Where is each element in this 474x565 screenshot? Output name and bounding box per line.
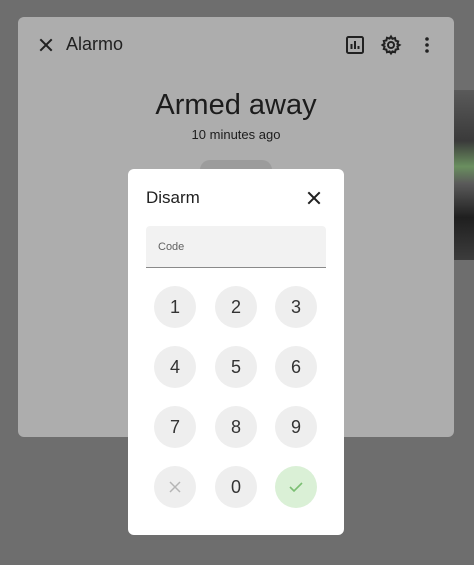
close-icon[interactable] xyxy=(34,33,58,57)
key-8[interactable]: 8 xyxy=(215,406,257,448)
alarm-state: Armed away xyxy=(155,89,317,121)
key-7[interactable]: 7 xyxy=(154,406,196,448)
code-input[interactable] xyxy=(146,226,326,267)
key-3[interactable]: 3 xyxy=(275,286,317,328)
dialog-title: Alarmo xyxy=(66,34,124,54)
more-vert-icon[interactable] xyxy=(415,33,439,57)
gear-icon[interactable] xyxy=(379,33,403,57)
submit-button[interactable] xyxy=(275,466,317,508)
key-5[interactable]: 5 xyxy=(215,346,257,388)
clear-icon xyxy=(168,480,182,494)
clear-button[interactable] xyxy=(154,466,196,508)
key-4[interactable]: 4 xyxy=(154,346,196,388)
dialog-header: Alarmo xyxy=(18,17,454,73)
last-changed: 10 minutes ago xyxy=(191,127,281,142)
disarm-title: Disarm xyxy=(146,188,200,207)
code-field[interactable] xyxy=(146,226,326,268)
disarm-dialog: Disarm 1 2 3 4 5 6 7 8 9 0 xyxy=(128,169,344,535)
key-9[interactable]: 9 xyxy=(275,406,317,448)
key-2[interactable]: 2 xyxy=(215,286,257,328)
key-0[interactable]: 0 xyxy=(215,466,257,508)
key-1[interactable]: 1 xyxy=(154,286,196,328)
check-icon xyxy=(288,480,304,494)
key-6[interactable]: 6 xyxy=(275,346,317,388)
close-icon[interactable] xyxy=(304,188,324,208)
chart-icon[interactable] xyxy=(343,33,367,57)
